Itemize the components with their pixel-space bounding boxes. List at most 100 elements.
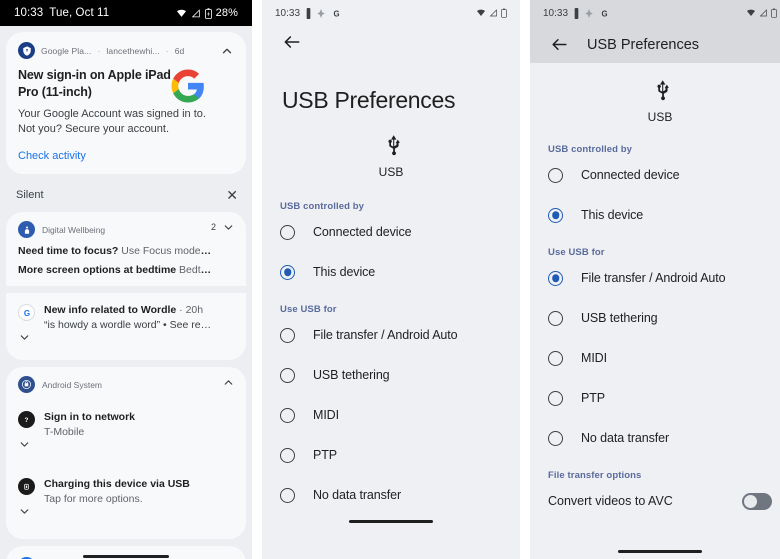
shade-body: Google Pla... · lancethewhi... · 6d New …	[0, 32, 252, 559]
toggle-switch[interactable]	[742, 492, 772, 510]
radio-button[interactable]	[548, 270, 563, 286]
notification-header: Google Pla... · lancethewhi... · 6d	[18, 42, 234, 59]
radio-button[interactable]	[548, 310, 563, 326]
usb-charging-icon	[18, 478, 35, 496]
chevron-down-icon[interactable]	[222, 221, 235, 234]
notification-title: Charging this device via USB	[44, 478, 190, 491]
radio-button[interactable]	[548, 167, 563, 183]
separator-dot: ·	[97, 45, 101, 56]
option-usb-tethering[interactable]: USB tethering	[262, 355, 520, 395]
chevron-down-icon[interactable]	[18, 331, 31, 348]
separator-dot-2: ·	[165, 45, 169, 56]
cell-signal-icon	[191, 8, 201, 18]
line-1-soft: Use Focus mode to pa...	[121, 245, 212, 258]
page-title: USB Preferences	[587, 36, 700, 53]
assistant-dot-icon	[585, 8, 593, 18]
section-header: Use USB for	[548, 247, 605, 258]
notification-subtitle: Tap for more options.	[44, 493, 143, 506]
notification-content: G New info related to Wordle · 20h “is h…	[18, 304, 212, 331]
silent-section-header: Silent ✕	[6, 174, 246, 212]
notification-sign-in-network[interactable]: ? Sign in to network T-Mobile	[6, 397, 246, 472]
option-usb-tethering[interactable]: USB tethering	[530, 298, 780, 338]
panel-usb-preferences-collapsed: 10:33 G USB Preferences USB USB controll…	[530, 0, 780, 559]
home-gesture-pill[interactable]	[83, 554, 169, 558]
notification-charging-usb[interactable]: Charging this device via USB Tap for mor…	[6, 472, 246, 539]
toolbar: USB Preferences	[262, 26, 520, 114]
radio-button[interactable]	[280, 367, 295, 383]
notification-header: Android System	[18, 376, 212, 394]
option-midi[interactable]: MIDI	[530, 338, 780, 378]
line-1-strong: Need time to focus?	[18, 245, 119, 258]
radio-button[interactable]	[548, 430, 563, 446]
radio-button[interactable]	[280, 224, 295, 240]
option-midi[interactable]: MIDI	[262, 395, 520, 435]
wifi-icon	[476, 9, 486, 17]
section-header: USB controlled by	[280, 201, 365, 212]
wifi-icon	[746, 9, 756, 17]
vpn-key-icon	[574, 7, 579, 19]
notification-source: Digital Wellbeing	[42, 224, 106, 235]
notification-content: Charging this device via USB Tap for mor…	[18, 478, 212, 505]
google-g-icon: G	[599, 8, 610, 19]
chevron-down-icon[interactable]	[18, 505, 31, 522]
status-bar-date: Tue, Oct 11	[49, 7, 110, 19]
radio-button[interactable]	[548, 350, 563, 366]
notification-text: Charging this device via USB Tap for mor…	[44, 478, 212, 505]
radio-button[interactable]	[280, 487, 295, 503]
toggle-convert-videos-to-avc[interactable]: Convert videos to AVC	[530, 481, 780, 521]
option-this-device[interactable]: This device	[530, 195, 780, 235]
notification-wordle[interactable]: G New info related to Wordle · 20h “is h…	[6, 293, 246, 360]
radio-button[interactable]	[280, 407, 295, 423]
status-bar: 10:33 G	[262, 0, 520, 26]
status-bar-time: 10:33	[543, 7, 569, 19]
chevron-up-icon[interactable]	[220, 44, 234, 58]
option-file-transfer[interactable]: File transfer / Android Auto	[530, 258, 780, 298]
panel-divider-2	[520, 0, 530, 559]
close-icon[interactable]: ✕	[226, 188, 238, 202]
notification-digital-wellbeing[interactable]: Digital Wellbeing 2 Need time to focus? …	[6, 212, 246, 286]
radio-button[interactable]	[280, 264, 295, 280]
status-bar-right	[476, 8, 507, 18]
google-g-icon: G	[331, 8, 342, 19]
option-label: Connected device	[313, 225, 412, 239]
status-bar-time: 10:33	[14, 7, 44, 19]
option-ptp[interactable]: PTP	[262, 435, 520, 475]
notification-android-system-header[interactable]: Android System	[6, 367, 246, 397]
notification-line-1: Need time to focus? Use Focus mode to pa…	[18, 245, 212, 257]
notification-source: Google Pla...	[41, 45, 92, 56]
option-file-transfer[interactable]: File transfer / Android Auto	[262, 315, 520, 355]
usb-caption: USB	[378, 165, 404, 179]
option-connected-device[interactable]: Connected device	[262, 212, 520, 252]
section-use-usb-for: Use USB for File transfer / Android Auto…	[530, 247, 780, 458]
back-arrow-icon[interactable]	[282, 36, 302, 56]
radio-button[interactable]	[548, 207, 563, 223]
notification-age: 6d	[174, 45, 185, 56]
radio-button[interactable]	[548, 390, 563, 406]
usb-hero: USB	[530, 77, 780, 124]
chevron-down-icon[interactable]	[18, 438, 31, 455]
radio-button[interactable]	[280, 327, 295, 343]
google-play-services-icon	[18, 42, 35, 59]
option-no-data-transfer[interactable]: No data transfer	[262, 475, 520, 515]
back-arrow-icon[interactable]	[550, 35, 570, 55]
option-connected-device[interactable]: Connected device	[530, 155, 780, 195]
chevron-up-icon[interactable]	[222, 376, 235, 389]
option-label: This device	[581, 208, 644, 222]
page-title: USB Preferences	[282, 87, 456, 113]
option-ptp[interactable]: PTP	[530, 378, 780, 418]
svg-text:G: G	[602, 9, 608, 18]
option-this-device[interactable]: This device	[262, 252, 520, 292]
radio-button[interactable]	[280, 447, 295, 463]
panel-divider-1	[252, 0, 262, 559]
option-label: MIDI	[313, 408, 339, 422]
home-gesture-pill[interactable]	[349, 519, 433, 523]
option-no-data-transfer[interactable]: No data transfer	[530, 418, 780, 458]
silent-label: Silent	[16, 189, 44, 202]
notification-card-google-signin[interactable]: Google Pla... · lancethewhi... · 6d New …	[6, 32, 246, 175]
home-gesture-pill[interactable]	[618, 549, 702, 553]
usb-hero: USB	[262, 132, 520, 179]
option-label: This device	[313, 265, 376, 279]
panel-notification-shade: 10:33 Tue, Oct 11 28% Google Pla... · la…	[0, 0, 252, 559]
battery-saver-icon	[501, 8, 507, 18]
check-activity-button[interactable]: Check activity	[18, 150, 234, 162]
